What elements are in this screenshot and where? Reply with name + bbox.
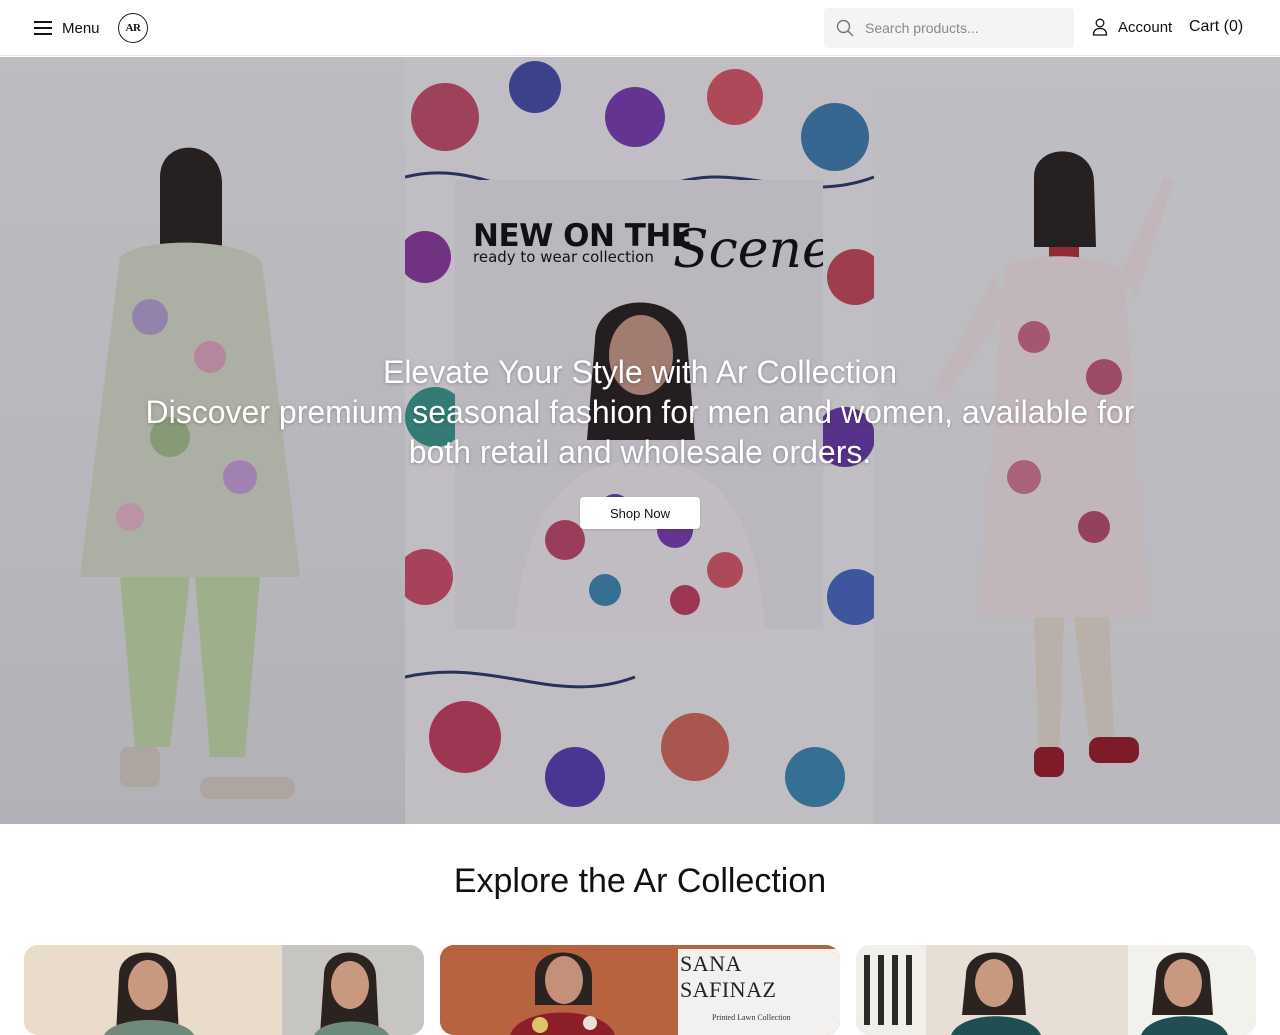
brand-logo[interactable]: AR — [118, 13, 148, 43]
search-input[interactable] — [863, 19, 1067, 37]
hero-text-block: Elevate Your Style with Ar Collection Di… — [0, 352, 1280, 472]
user-icon — [1092, 18, 1108, 36]
hero-banner: NEW ON THE ready to wear collection Scen… — [0, 57, 1280, 824]
collection-card[interactable] — [856, 945, 1256, 1035]
shop-now-button[interactable]: Shop Now — [580, 497, 700, 529]
brand-subtitle: Printed Lawn Collection — [712, 1013, 791, 1022]
collection-card[interactable]: SANA SAFINAZ Printed Lawn Collection — [440, 945, 840, 1035]
account-label: Account — [1118, 18, 1173, 36]
collection-card-image — [856, 945, 1256, 1035]
menu-button[interactable]: Menu — [34, 16, 100, 40]
explore-section-title: Explore the Ar Collection — [453, 862, 827, 900]
hamburger-icon — [34, 21, 52, 35]
brand-name: SANA SAFINAZ — [680, 951, 777, 1002]
brand-label: SANA SAFINAZ Printed Lawn Collection — [678, 949, 840, 1035]
search-icon — [836, 19, 854, 37]
site-header: Menu AR Account Cart (0) — [0, 0, 1280, 56]
search-box — [824, 8, 1074, 48]
collection-card[interactable] — [24, 945, 424, 1035]
collection-card-image — [24, 945, 424, 1035]
cart-link[interactable]: Cart (0) — [1189, 18, 1243, 36]
logo-text: AR — [125, 22, 141, 34]
hero-subtitle: Discover premium seasonal fashion for me… — [145, 394, 1135, 470]
hero-title: Elevate Your Style with Ar Collection — [382, 354, 898, 390]
account-link[interactable]: Account — [1092, 18, 1172, 36]
menu-label: Menu — [62, 19, 100, 37]
